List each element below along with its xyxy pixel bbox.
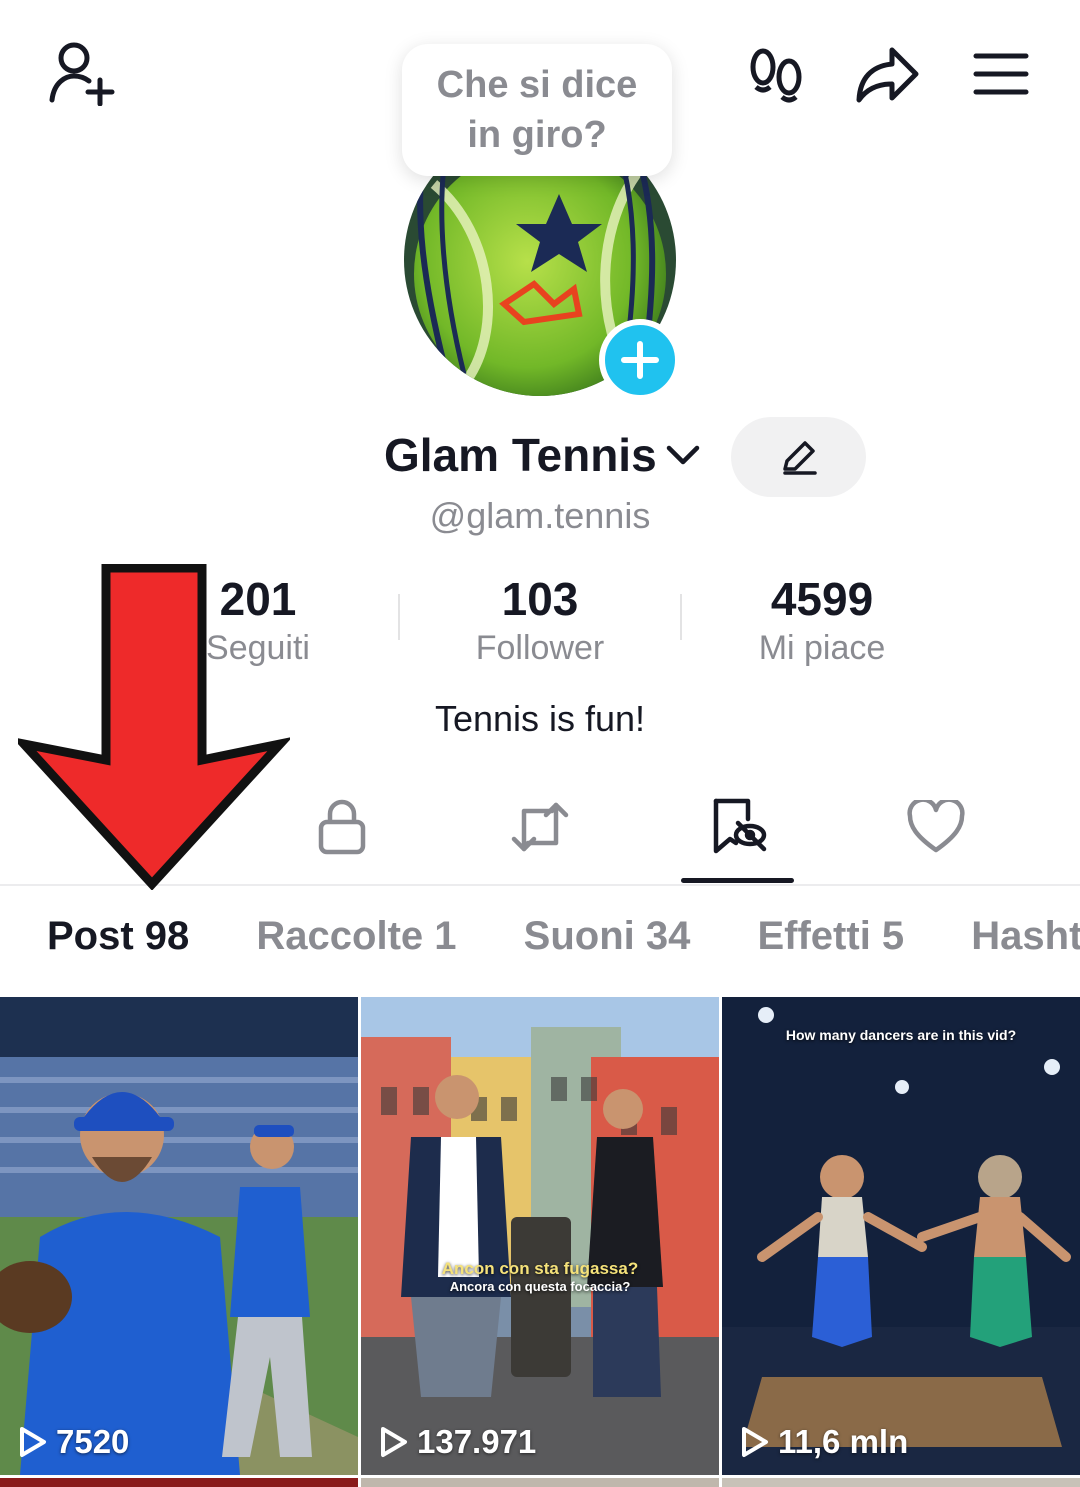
video-caption: How many dancers are in this vid? — [722, 1027, 1080, 1044]
subtab-effects[interactable]: Effetti 5 — [757, 914, 904, 959]
video-tile[interactable]: Ancon con sta fugassa? Ancora con questa… — [361, 997, 719, 1475]
stat-followers[interactable]: 103 Follower — [430, 572, 650, 670]
stat-followers-label: Follower — [475, 629, 605, 667]
subtab-sounds[interactable]: Suoni 34 — [524, 914, 691, 959]
stat-likes-value: 4599 — [770, 573, 874, 625]
profile-handle: @glam.tennis — [429, 495, 651, 536]
favorites-hidden-icon — [713, 798, 767, 854]
subtab-post[interactable]: Post 98 — [47, 914, 189, 959]
video-grid: 7520 Ancon con sta fugassa? Ancora con q… — [0, 997, 1080, 1487]
caption-line-2: Ancora con questa focaccia? — [449, 1279, 631, 1294]
footprints-icon — [750, 48, 802, 103]
person-plus-icon — [49, 42, 115, 106]
stat-divider — [398, 594, 400, 640]
share-arrow-icon — [856, 47, 919, 103]
annotation-arrow — [18, 564, 290, 890]
active-tab-indicator — [681, 878, 794, 883]
status-bubble-text: Che si dice in giro? — [436, 64, 638, 156]
tab-reposts[interactable] — [480, 790, 600, 864]
repost-icon — [511, 802, 569, 852]
video-thumbnail — [722, 997, 1080, 1475]
pencil-icon — [782, 441, 817, 475]
view-count-text: 7520 — [56, 1423, 130, 1460]
menu-button[interactable] — [970, 50, 1032, 98]
tab-favorites[interactable] — [678, 790, 798, 864]
stat-likes-label: Mi piace — [758, 629, 886, 667]
stat-followers-value: 103 — [501, 573, 579, 625]
footprints-button[interactable] — [744, 44, 808, 108]
tab-private[interactable] — [282, 790, 402, 864]
video-tile[interactable]: 7520 — [0, 997, 358, 1475]
view-count-text: 11,6 mln — [778, 1423, 909, 1460]
video-tile-next-row — [361, 1478, 719, 1487]
view-count-text: 137.971 — [417, 1423, 537, 1460]
status-bubble[interactable]: Che si dice in giro? — [402, 44, 672, 176]
stat-likes[interactable]: 4599 Mi piace — [712, 572, 932, 670]
plus-icon — [621, 341, 659, 379]
hamburger-menu-icon — [973, 53, 1029, 95]
view-count: 7520 — [18, 1423, 129, 1461]
heart-icon — [907, 800, 965, 853]
edit-profile-button[interactable] — [731, 417, 866, 497]
play-icon — [742, 1427, 768, 1457]
video-tile-next-row — [0, 1478, 358, 1487]
caption-line-1: How many dancers are in this vid? — [785, 1027, 1017, 1043]
add-friend-button[interactable] — [40, 36, 120, 108]
share-button[interactable] — [852, 42, 924, 106]
subtab-hashtags[interactable]: Hashtag — [971, 914, 1080, 959]
chevron-down-icon — [666, 445, 699, 465]
account-switcher[interactable]: Glam Tennis — [384, 428, 701, 482]
view-count: 11,6 mln — [740, 1423, 908, 1461]
play-icon — [381, 1427, 407, 1457]
view-count: 137.971 — [379, 1423, 536, 1461]
subtab-collections[interactable]: Raccolte 1 — [256, 914, 456, 959]
caption-line-1: Ancon con sta fugassa? — [441, 1259, 639, 1278]
play-icon — [20, 1427, 46, 1457]
lock-icon — [318, 799, 366, 855]
video-tile-next-row — [722, 1478, 1080, 1487]
profile-name: Glam Tennis — [384, 429, 657, 481]
add-avatar-button[interactable] — [599, 319, 681, 401]
video-thumbnail — [0, 997, 358, 1475]
stat-divider — [680, 594, 682, 640]
video-tile[interactable]: How many dancers are in this vid? 11,6 m… — [722, 997, 1080, 1475]
tab-liked[interactable] — [876, 790, 996, 864]
subtabs-bar: Post 98 Raccolte 1 Suoni 34 Effetti 5 Ha… — [47, 914, 1080, 959]
video-caption: Ancon con sta fugassa? Ancora con questa… — [361, 1259, 719, 1294]
video-thumbnail — [361, 997, 719, 1475]
